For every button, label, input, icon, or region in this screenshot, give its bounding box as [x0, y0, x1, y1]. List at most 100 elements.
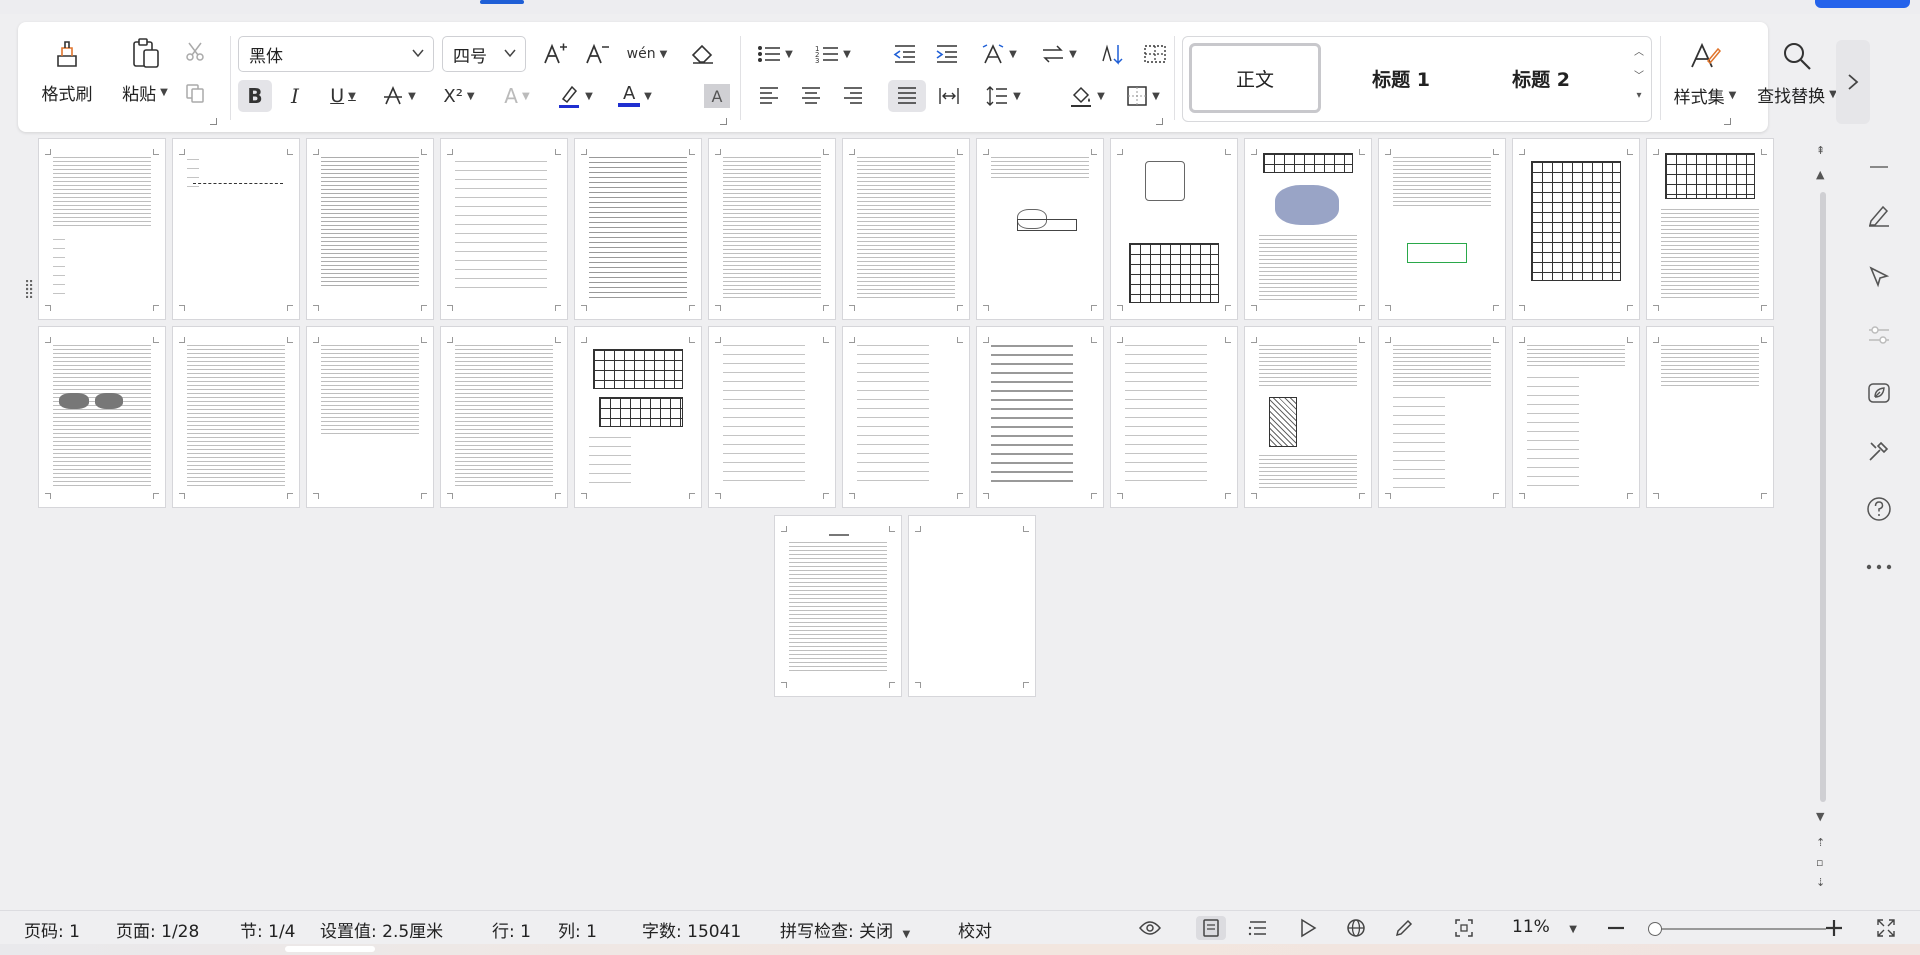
page-thumbnail[interactable]: [1646, 326, 1774, 508]
document-thumbnail-view[interactable]: ⠿ ⠿: [0, 138, 1810, 908]
page-thumbnail[interactable]: [708, 138, 836, 320]
zoom-slider-track[interactable]: [1650, 928, 1826, 930]
align-left-button[interactable]: [752, 80, 786, 112]
chevron-down-icon[interactable]: ▼: [585, 91, 593, 102]
drag-handle-icon[interactable]: ⠿ ⠿: [24, 280, 34, 302]
zoom-level[interactable]: 11% ▼: [1512, 917, 1577, 937]
leaf-icon[interactable]: [1864, 378, 1894, 408]
chevron-down-icon[interactable]: ▼: [1729, 90, 1737, 101]
page-thumbnail[interactable]: [1378, 326, 1506, 508]
page-thumbnail[interactable]: [306, 138, 434, 320]
align-right-button[interactable]: [836, 80, 870, 112]
page-thumbnail[interactable]: [1244, 138, 1372, 320]
clipboard-launcher-icon[interactable]: [210, 118, 217, 125]
page-thumbnail[interactable]: [574, 138, 702, 320]
page-thumbnail[interactable]: [440, 138, 568, 320]
paste-button[interactable]: 粘贴 ▼: [112, 30, 178, 110]
ribbon-scroll-right[interactable]: [1836, 40, 1870, 124]
superscript-button[interactable]: X² ▼: [432, 80, 486, 112]
chevron-up-icon[interactable]: ▲: [1816, 168, 1824, 181]
page-thumbnail[interactable]: [440, 326, 568, 508]
prev-page-icon[interactable]: ⇡: [1816, 836, 1825, 849]
cut-button[interactable]: [178, 36, 212, 66]
page-thumbnail[interactable]: [976, 326, 1104, 508]
numbering-button[interactable]: 1 2 3 ▼: [808, 38, 858, 70]
style-normal[interactable]: 正文: [1189, 43, 1321, 113]
show-marks-button[interactable]: [1138, 38, 1172, 70]
pen-icon[interactable]: [1864, 200, 1894, 230]
sort-button[interactable]: [1096, 38, 1130, 70]
page-browse-icon[interactable]: ▫: [1816, 856, 1823, 869]
copy-button[interactable]: [178, 78, 212, 108]
gallery-scroll[interactable]: ︿ ﹀ ▾: [1631, 41, 1647, 103]
distributed-align-button[interactable]: [932, 80, 966, 112]
zoom-in-icon[interactable]: [1822, 916, 1846, 940]
status-row[interactable]: 行: 1: [492, 917, 531, 942]
phonetic-guide-button[interactable]: wén ▼: [622, 38, 672, 70]
chevron-down-icon[interactable]: ▼: [1152, 91, 1160, 102]
chevron-down-icon[interactable]: ▼: [467, 91, 475, 102]
status-word-count[interactable]: 字数: 15041: [642, 917, 741, 942]
borders-button[interactable]: ▼: [1118, 80, 1168, 112]
font-name-select[interactable]: 黑体: [238, 36, 434, 72]
chevron-down-icon[interactable]: ▼: [660, 49, 668, 60]
page-thumbnail[interactable]: [774, 515, 902, 697]
page-thumbnail[interactable]: [908, 515, 1036, 697]
style-heading-1[interactable]: 标题 1: [1333, 43, 1469, 113]
zoom-out-icon[interactable]: [1604, 916, 1628, 940]
page-thumbnail[interactable]: [306, 326, 434, 508]
font-launcher-icon[interactable]: [720, 118, 727, 125]
page-thumbnail[interactable]: [1512, 138, 1640, 320]
collapse-panel-icon[interactable]: [1864, 152, 1894, 182]
bold-button[interactable]: B: [238, 80, 272, 112]
strikethrough-button[interactable]: ▼: [374, 80, 424, 112]
outline-view-icon[interactable]: [1246, 916, 1270, 940]
highlight-button[interactable]: ▼: [548, 80, 602, 112]
styles-launcher-icon[interactable]: [1724, 118, 1731, 125]
font-size-select[interactable]: 四号: [442, 36, 526, 72]
scroll-top-icon[interactable]: ⇞: [1816, 144, 1825, 157]
increase-indent-button[interactable]: [930, 38, 964, 70]
bullets-button[interactable]: ▼: [750, 38, 800, 70]
chevron-down-icon[interactable]: ▼: [644, 91, 652, 102]
chevron-down-icon[interactable]: ▼: [1069, 49, 1077, 60]
char-shading-button[interactable]: A: [704, 84, 730, 108]
page-thumbnail[interactable]: [1378, 138, 1506, 320]
globe-icon[interactable]: [1344, 916, 1368, 940]
status-page-code[interactable]: 页码: 1: [24, 917, 80, 942]
help-icon[interactable]: [1864, 494, 1894, 524]
page-thumbnail[interactable]: [842, 138, 970, 320]
paragraph-launcher-icon[interactable]: [1156, 118, 1163, 125]
status-page[interactable]: 页面: 1/28: [116, 917, 199, 942]
page-thumbnail[interactable]: [708, 326, 836, 508]
paragraph-direction-button[interactable]: ▼: [1034, 38, 1084, 70]
page-thumbnail[interactable]: [1512, 326, 1640, 508]
page-thumbnail[interactable]: [1110, 138, 1238, 320]
page-thumbnail[interactable]: [38, 326, 166, 508]
tools-icon[interactable]: [1864, 436, 1894, 466]
play-icon[interactable]: [1296, 916, 1320, 940]
chinese-layout-button[interactable]: ▼: [974, 38, 1024, 70]
more-options-icon[interactable]: [1864, 552, 1894, 582]
page-thumbnail[interactable]: [172, 138, 300, 320]
page-view-icon[interactable]: [1196, 916, 1226, 940]
font-color-button[interactable]: A ▼: [608, 80, 662, 112]
chevron-up-icon[interactable]: ︿: [1631, 41, 1647, 65]
page-thumbnail[interactable]: [1244, 326, 1372, 508]
next-page-icon[interactable]: ⇣: [1816, 876, 1825, 889]
page-thumbnail[interactable]: [842, 326, 970, 508]
chevron-down-icon[interactable]: ▼: [160, 87, 168, 98]
line-spacing-button[interactable]: ▼: [978, 80, 1028, 112]
status-section[interactable]: 节: 1/4: [240, 917, 296, 942]
chevron-down-icon[interactable]: ▼: [1009, 49, 1017, 60]
chevron-down-icon[interactable]: ▼: [785, 49, 793, 60]
clear-format-button[interactable]: [686, 38, 720, 70]
share-button[interactable]: [1815, 0, 1910, 8]
page-thumbnail[interactable]: [976, 138, 1104, 320]
status-col[interactable]: 列: 1: [558, 917, 597, 942]
grow-font-button[interactable]: [538, 38, 572, 70]
proofread-button[interactable]: 校对: [958, 917, 992, 942]
status-setting[interactable]: 设置值: 2.5厘米: [320, 917, 443, 942]
chevron-down-icon[interactable]: ▼: [348, 91, 356, 102]
shading-button[interactable]: ▼: [1062, 80, 1112, 112]
